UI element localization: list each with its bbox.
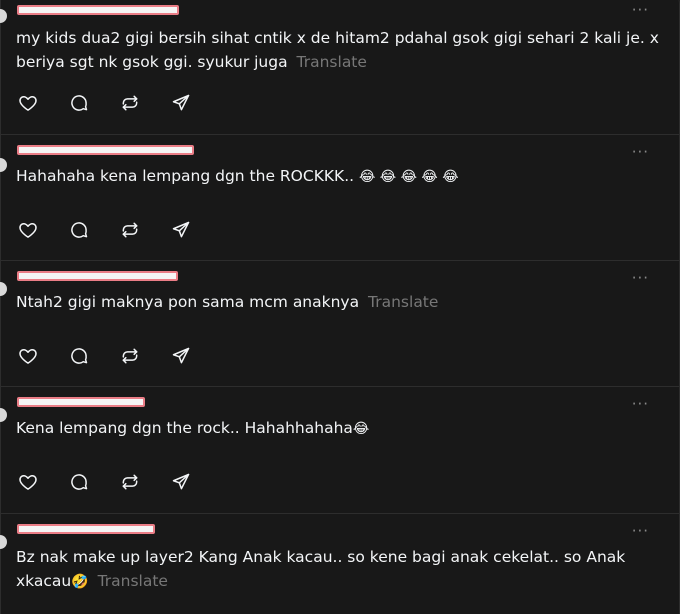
action-bar [17,92,192,114]
redacted-username[interactable] [17,145,194,155]
reply-text: Hahahaha kena lempang dgn the ROCKKK.. 😂… [16,164,661,189]
avatar[interactable] [0,535,7,549]
replies-panel: ··· my kids dua2 gigi bersih sihat cntik… [0,0,680,614]
reply-post-2[interactable]: ··· Hahahaha kena lempang dgn the ROCKKK… [0,134,679,261]
translate-link[interactable]: Translate [98,572,168,590]
redacted-username[interactable] [17,271,178,281]
emoji: 🤣 [71,574,89,590]
reply-post-1[interactable]: ··· my kids dua2 gigi bersih sihat cntik… [0,0,679,135]
avatar[interactable] [0,9,7,23]
more-options-icon[interactable]: ··· [632,145,649,160]
avatar[interactable] [0,282,7,296]
redacted-username[interactable] [17,5,179,15]
more-options-icon[interactable]: ··· [632,524,649,539]
translate-link[interactable]: Translate [297,53,367,71]
share-icon[interactable] [170,471,192,493]
reply-text: Bz nak make up layer2 Kang Anak kacau.. … [16,545,636,594]
repost-icon[interactable] [119,219,141,241]
comment-icon[interactable] [68,345,90,367]
emoji: 😂 [352,421,370,437]
reply-post-4[interactable]: ··· Kena lempang dgn the rock.. Hahahhah… [0,386,679,514]
share-icon[interactable] [170,92,192,114]
share-icon[interactable] [170,345,192,367]
comment-icon[interactable] [68,92,90,114]
reply-post-3[interactable]: ··· Ntah2 gigi maknya pon sama mcm anakn… [0,260,679,387]
action-bar [17,471,192,493]
heart-icon[interactable] [17,92,39,114]
avatar[interactable] [0,408,7,422]
reply-body: Ntah2 gigi maknya pon sama mcm anaknya [16,293,360,311]
translate-link[interactable]: Translate [368,293,438,311]
action-bar [17,219,192,241]
repost-icon[interactable] [119,92,141,114]
share-icon[interactable] [170,219,192,241]
more-options-icon[interactable]: ··· [632,3,649,18]
emoji: 😂 😂 😂 😂 😂 [359,169,459,185]
comment-icon[interactable] [68,471,90,493]
reply-text: Ntah2 gigi maknya pon sama mcm anaknya T… [16,290,661,314]
reply-body: Kena lempang dgn the rock.. Hahahhahaha [16,419,353,437]
heart-icon[interactable] [17,219,39,241]
reply-post-5[interactable]: ··· Bz nak make up layer2 Kang Anak kaca… [0,513,679,614]
reply-text: Kena lempang dgn the rock.. Hahahhahaha😂 [16,416,661,441]
repost-icon[interactable] [119,345,141,367]
repost-icon[interactable] [119,471,141,493]
heart-icon[interactable] [17,471,39,493]
more-options-icon[interactable]: ··· [632,271,649,286]
reply-text: my kids dua2 gigi bersih sihat cntik x d… [16,26,661,74]
more-options-icon[interactable]: ··· [632,397,649,412]
action-bar [17,345,192,367]
avatar[interactable] [0,158,7,172]
reply-body: Hahahaha kena lempang dgn the ROCKKK.. [16,167,355,185]
threads-reply-list: ··· my kids dua2 gigi bersih sihat cntik… [0,0,680,614]
redacted-username[interactable] [17,524,155,534]
redacted-username[interactable] [17,397,145,407]
heart-icon[interactable] [17,345,39,367]
comment-icon[interactable] [68,219,90,241]
